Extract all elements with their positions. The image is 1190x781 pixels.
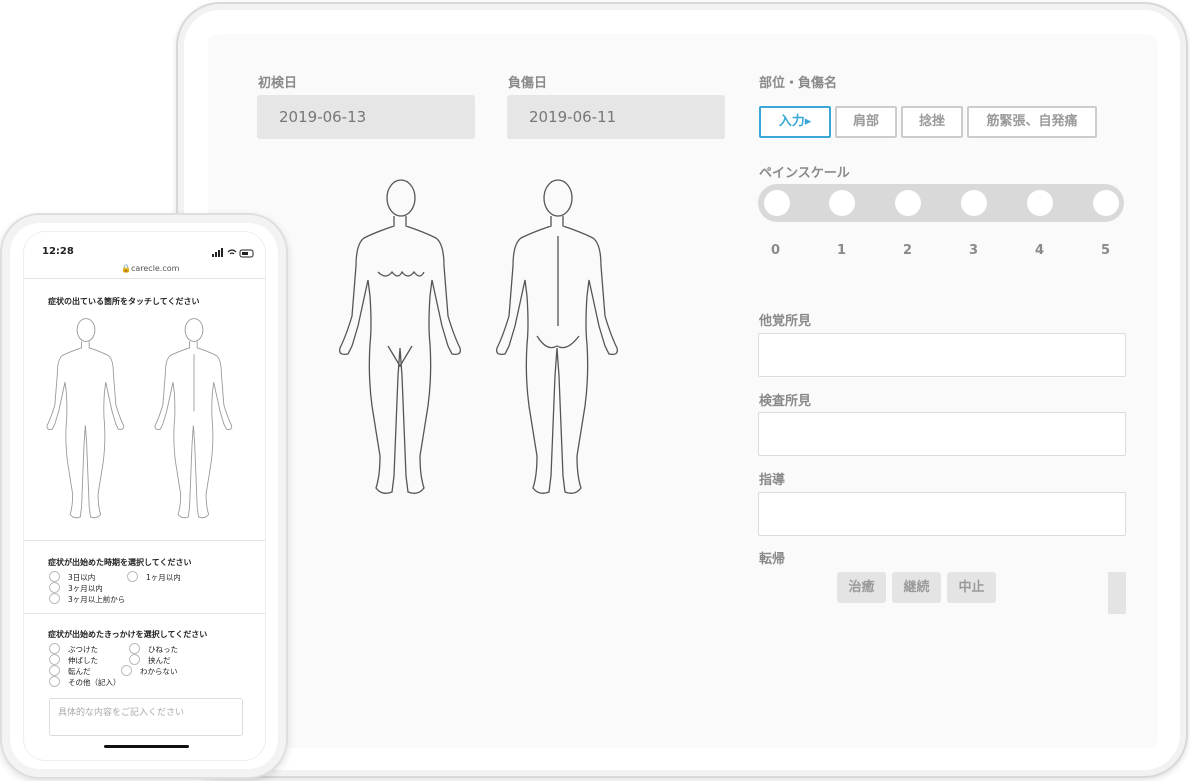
onset-option-label: 3ヶ月以内 bbox=[68, 584, 103, 593]
pain-scale-dot[interactable] bbox=[764, 190, 790, 216]
phone-body-back-figure[interactable] bbox=[144, 316, 244, 522]
cause-radio[interactable] bbox=[49, 643, 60, 654]
chip-muscle-tension[interactable]: 筋緊張、自発痛 bbox=[967, 106, 1097, 138]
cause-prompt: 症状が出始めたきっかけを選択してください bbox=[48, 630, 208, 639]
outcome-healed-button[interactable]: 治癒 bbox=[837, 572, 886, 603]
site-injury-label: 部位・負傷名 bbox=[759, 76, 838, 91]
cause-option-label: 転んだ bbox=[68, 667, 91, 676]
lock-icon: 🔒 bbox=[121, 264, 131, 273]
onset-radio[interactable] bbox=[49, 571, 60, 582]
divider bbox=[24, 540, 265, 541]
cause-option-label: その他（記入） bbox=[68, 678, 121, 687]
phone-body-front-figure[interactable] bbox=[36, 316, 136, 522]
divider bbox=[24, 613, 265, 614]
url-bar[interactable]: 🔒carecle.com bbox=[121, 264, 179, 273]
guidance-label: 指導 bbox=[759, 473, 786, 488]
cause-option-label: 挟んだ bbox=[148, 656, 171, 665]
pain-scale-tick: 1 bbox=[837, 243, 847, 258]
outcome-continue-button[interactable]: 継続 bbox=[892, 572, 941, 603]
onset-prompt: 症状が出始めた時期を選択してください bbox=[48, 558, 192, 567]
detail-textarea[interactable]: 具体的な内容をご記入ください bbox=[49, 698, 243, 736]
cause-radio[interactable] bbox=[49, 665, 60, 676]
first-visit-label: 初検日 bbox=[258, 76, 298, 91]
outcome-label: 転帰 bbox=[759, 552, 786, 567]
pain-scale-tick: 0 bbox=[771, 243, 781, 258]
guidance-input[interactable] bbox=[758, 492, 1126, 536]
cause-radio[interactable] bbox=[129, 643, 140, 654]
pain-scale-dot[interactable] bbox=[895, 190, 921, 216]
exam-findings-input[interactable] bbox=[758, 412, 1126, 456]
status-time: 12:28 bbox=[42, 246, 74, 257]
pain-scale-slider[interactable] bbox=[758, 184, 1124, 222]
cause-radio[interactable] bbox=[49, 654, 60, 665]
onset-option-label: 3ヶ月以上前から bbox=[68, 595, 126, 604]
pain-scale-dot[interactable] bbox=[829, 190, 855, 216]
cause-radio[interactable] bbox=[121, 665, 132, 676]
status-icons bbox=[212, 248, 254, 258]
outcome-stop-button[interactable]: 中止 bbox=[947, 572, 996, 603]
onset-radio[interactable] bbox=[49, 593, 60, 604]
cause-option-label: わからない bbox=[140, 667, 178, 676]
pain-scale-dot[interactable] bbox=[1027, 190, 1053, 216]
pain-scale-tick: 3 bbox=[969, 243, 979, 258]
home-indicator[interactable] bbox=[104, 745, 189, 748]
other-findings-input[interactable] bbox=[758, 333, 1126, 377]
other-findings-label: 他覚所見 bbox=[759, 314, 812, 329]
partial-button[interactable] bbox=[1108, 572, 1126, 614]
onset-option-label: 3日以内 bbox=[68, 573, 96, 582]
onset-radio[interactable] bbox=[49, 582, 60, 593]
body-front-figure[interactable] bbox=[336, 176, 466, 500]
touch-prompt: 症状の出ている箇所をタッチしてください bbox=[48, 297, 200, 306]
onset-radio[interactable] bbox=[127, 571, 138, 582]
pain-scale-tick: 2 bbox=[903, 243, 913, 258]
divider bbox=[24, 278, 265, 279]
pain-scale-label: ペインスケール bbox=[759, 166, 850, 181]
body-back-figure[interactable] bbox=[493, 176, 623, 500]
cause-option-label: ぶつけた bbox=[68, 645, 98, 654]
injury-date-label: 負傷日 bbox=[508, 76, 548, 91]
pain-scale-tick: 4 bbox=[1035, 243, 1045, 258]
pain-scale-dot[interactable] bbox=[961, 190, 987, 216]
exam-findings-label: 検査所見 bbox=[759, 394, 812, 409]
cause-radio[interactable] bbox=[49, 676, 60, 687]
input-chip-button[interactable]: 入力▸ bbox=[759, 106, 831, 138]
chip-shoulder[interactable]: 肩部 bbox=[835, 106, 897, 138]
first-visit-date-field[interactable]: 2019-06-13 bbox=[257, 95, 475, 139]
injury-date-field[interactable]: 2019-06-11 bbox=[507, 95, 725, 139]
cause-option-label: ひねった bbox=[148, 645, 178, 654]
pain-scale-tick: 5 bbox=[1101, 243, 1111, 258]
cause-option-label: 伸ばした bbox=[68, 656, 98, 665]
pain-scale-dot[interactable] bbox=[1093, 190, 1119, 216]
onset-option-label: 1ヶ月以内 bbox=[146, 573, 181, 582]
cause-radio[interactable] bbox=[129, 654, 140, 665]
chip-sprain[interactable]: 捻挫 bbox=[901, 106, 963, 138]
phone-screen: 12:28 🔒carecle.com 症状の出ている箇所をタッチしてください 症… bbox=[23, 231, 266, 761]
url-text: carecle.com bbox=[130, 264, 180, 273]
